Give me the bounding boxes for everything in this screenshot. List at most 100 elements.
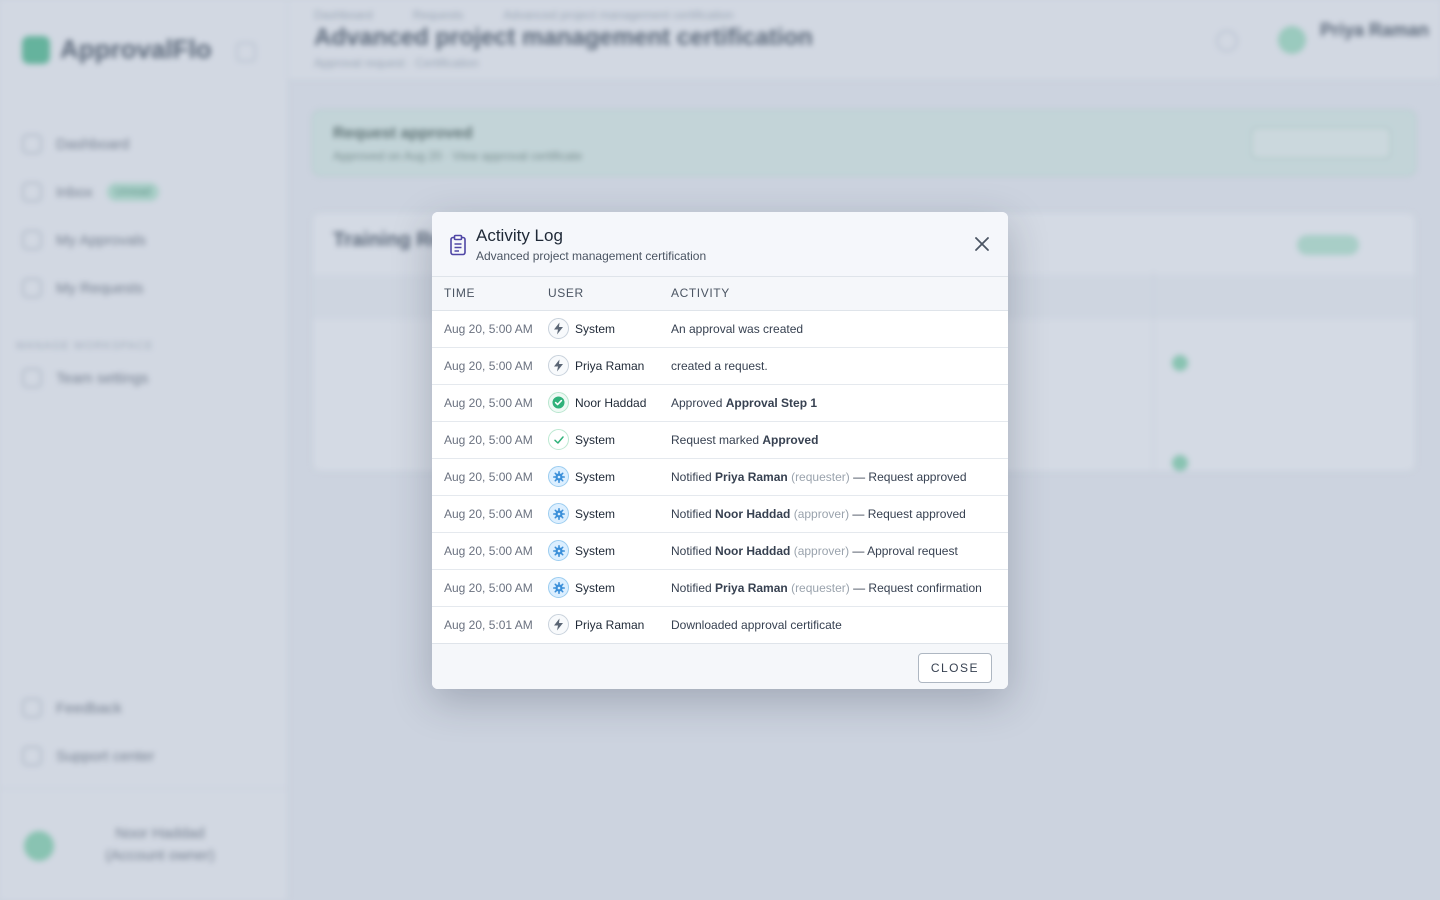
- table-row: Aug 20, 5:00 AM System Notified Priya Rama…: [432, 569, 1008, 606]
- gear-icon: [548, 540, 569, 561]
- activity-emphasis: Approval Step 1: [725, 395, 818, 410]
- user-name: Priya Raman: [575, 358, 645, 373]
- activity-text: created a request.: [671, 358, 768, 373]
- activity-description: Notified Noor Haddad (approver) — Reques…: [671, 495, 1008, 532]
- activity-text: Notified: [671, 543, 716, 558]
- activity-role: (approver): [790, 506, 850, 521]
- activity-emphasis: Priya Raman: [715, 580, 788, 595]
- activity-user-cell: System: [548, 458, 671, 495]
- activity-user-cell: System: [548, 495, 671, 532]
- activity-description: An approval was created: [671, 310, 1008, 347]
- activity-time: Aug 20, 5:00 AM: [444, 321, 533, 336]
- activity-table: TIME USER ACTIVITY Aug 20, 5:00 AM System…: [432, 277, 1008, 644]
- activity-user-cell: System: [548, 421, 671, 458]
- activity-user-cell: System: [548, 569, 671, 606]
- activity-time: Aug 20, 5:00 AM: [444, 432, 533, 447]
- check-circle-icon: [548, 392, 569, 413]
- activity-emphasis: Priya Raman: [715, 469, 788, 484]
- activity-user: System: [548, 503, 671, 524]
- table-row: Aug 20, 5:00 AM System Notified Noor Hadda…: [432, 532, 1008, 569]
- activity-time: Aug 20, 5:00 AM: [444, 580, 533, 595]
- bolt-icon: [548, 318, 569, 339]
- activity-text: — Approval request: [849, 543, 958, 558]
- activity-description: Notified Priya Raman (requester) — Reque…: [671, 569, 1008, 606]
- user-name: System: [575, 506, 616, 521]
- activity-text: Request marked: [671, 432, 763, 447]
- activity-description: created a request.: [671, 347, 1008, 384]
- activity-text: Approved: [671, 395, 726, 410]
- activity-user-cell: Noor Haddad: [548, 384, 671, 421]
- activity-user: Priya Raman: [548, 614, 671, 635]
- activity-user: Priya Raman: [548, 355, 671, 376]
- column-header-activity: ACTIVITY: [671, 277, 1008, 311]
- table-row: Aug 20, 5:00 AM Priya Raman created a requ…: [432, 347, 1008, 384]
- activity-emphasis: Noor Haddad: [715, 506, 791, 521]
- user-name: System: [575, 432, 616, 447]
- activity-log-modal: Activity Log Advanced project management…: [432, 212, 1008, 689]
- activity-user: Noor Haddad: [548, 392, 671, 413]
- user-name: Noor Haddad: [575, 395, 647, 410]
- activity-text: Notified: [671, 469, 716, 484]
- activity-user: System: [548, 466, 671, 487]
- activity-text: — Request approved: [849, 506, 966, 521]
- close-button[interactable]: CLOSE: [917, 653, 992, 683]
- activity-description: Request marked Approved: [671, 421, 1008, 458]
- user-name: System: [575, 543, 616, 558]
- clipboard-icon: [448, 234, 468, 256]
- activity-time: Aug 20, 5:01 AM: [444, 617, 533, 632]
- check-icon: [548, 429, 569, 450]
- modal-subtitle: Advanced project management certificatio…: [476, 249, 707, 263]
- activity-user: System: [548, 429, 671, 450]
- table-row: Aug 20, 5:00 AM System Request marked Appr…: [432, 421, 1008, 458]
- user-name: System: [575, 580, 616, 595]
- modal-footer: CLOSE: [432, 643, 1008, 689]
- table-row: Aug 20, 5:00 AM Noor Haddad Approved Appro…: [432, 384, 1008, 421]
- activity-user-cell: System: [548, 532, 671, 569]
- table-header-row: TIME USER ACTIVITY: [432, 277, 1008, 311]
- table-row: Aug 20, 5:00 AM System Notified Priya Rama…: [432, 458, 1008, 495]
- activity-description: Approved Approval Step 1: [671, 384, 1008, 421]
- activity-text: Notified: [671, 506, 716, 521]
- activity-time: Aug 20, 5:00 AM: [444, 469, 533, 484]
- user-name: Priya Raman: [575, 617, 645, 632]
- activity-user: System: [548, 577, 671, 598]
- user-name: System: [575, 469, 616, 484]
- table-row: Aug 20, 5:00 AM System An approval was cre…: [432, 310, 1008, 347]
- close-icon[interactable]: [972, 234, 992, 254]
- activity-text: Downloaded approval certificate: [671, 617, 842, 632]
- activity-text: — Request approved: [849, 469, 967, 484]
- activity-table-body: Aug 20, 5:00 AM System An approval was cre…: [432, 310, 1008, 643]
- activity-description: Notified Priya Raman (requester) — Reque…: [671, 458, 1008, 495]
- activity-emphasis: Noor Haddad: [715, 543, 791, 558]
- bolt-icon: [548, 355, 569, 376]
- activity-description: Downloaded approval certificate: [671, 606, 1008, 643]
- modal-header: Activity Log Advanced project management…: [432, 212, 1008, 277]
- activity-role: (requester): [787, 469, 850, 484]
- gear-icon: [548, 577, 569, 598]
- activity-user: System: [548, 318, 671, 339]
- activity-time: Aug 20, 5:00 AM: [444, 395, 533, 410]
- activity-text: An approval was created: [671, 321, 804, 336]
- bolt-icon: [548, 614, 569, 635]
- gear-icon: [548, 466, 569, 487]
- modal-title: Activity Log: [476, 226, 563, 245]
- activity-time: Aug 20, 5:00 AM: [444, 543, 533, 558]
- column-header-user: USER: [548, 277, 671, 311]
- table-row: Aug 20, 5:00 AM System Notified Noor Hadda…: [432, 495, 1008, 532]
- gear-icon: [548, 503, 569, 524]
- activity-time: Aug 20, 5:00 AM: [444, 358, 533, 373]
- activity-user-cell: Priya Raman: [548, 606, 671, 643]
- table-row: Aug 20, 5:01 AM Priya Raman Downloaded app…: [432, 606, 1008, 643]
- activity-text: Notified: [671, 580, 716, 595]
- activity-emphasis: Approved: [762, 432, 819, 447]
- activity-text: — Request confirmation: [849, 580, 982, 595]
- activity-user-cell: Priya Raman: [548, 347, 671, 384]
- column-header-time: TIME: [432, 277, 548, 311]
- activity-role: (requester): [787, 580, 850, 595]
- user-name: System: [575, 321, 616, 336]
- activity-description: Notified Noor Haddad (approver) — Approv…: [671, 532, 1008, 569]
- activity-user-cell: System: [548, 310, 671, 347]
- activity-time: Aug 20, 5:00 AM: [444, 506, 533, 521]
- activity-user: System: [548, 540, 671, 561]
- activity-role: (approver): [790, 543, 850, 558]
